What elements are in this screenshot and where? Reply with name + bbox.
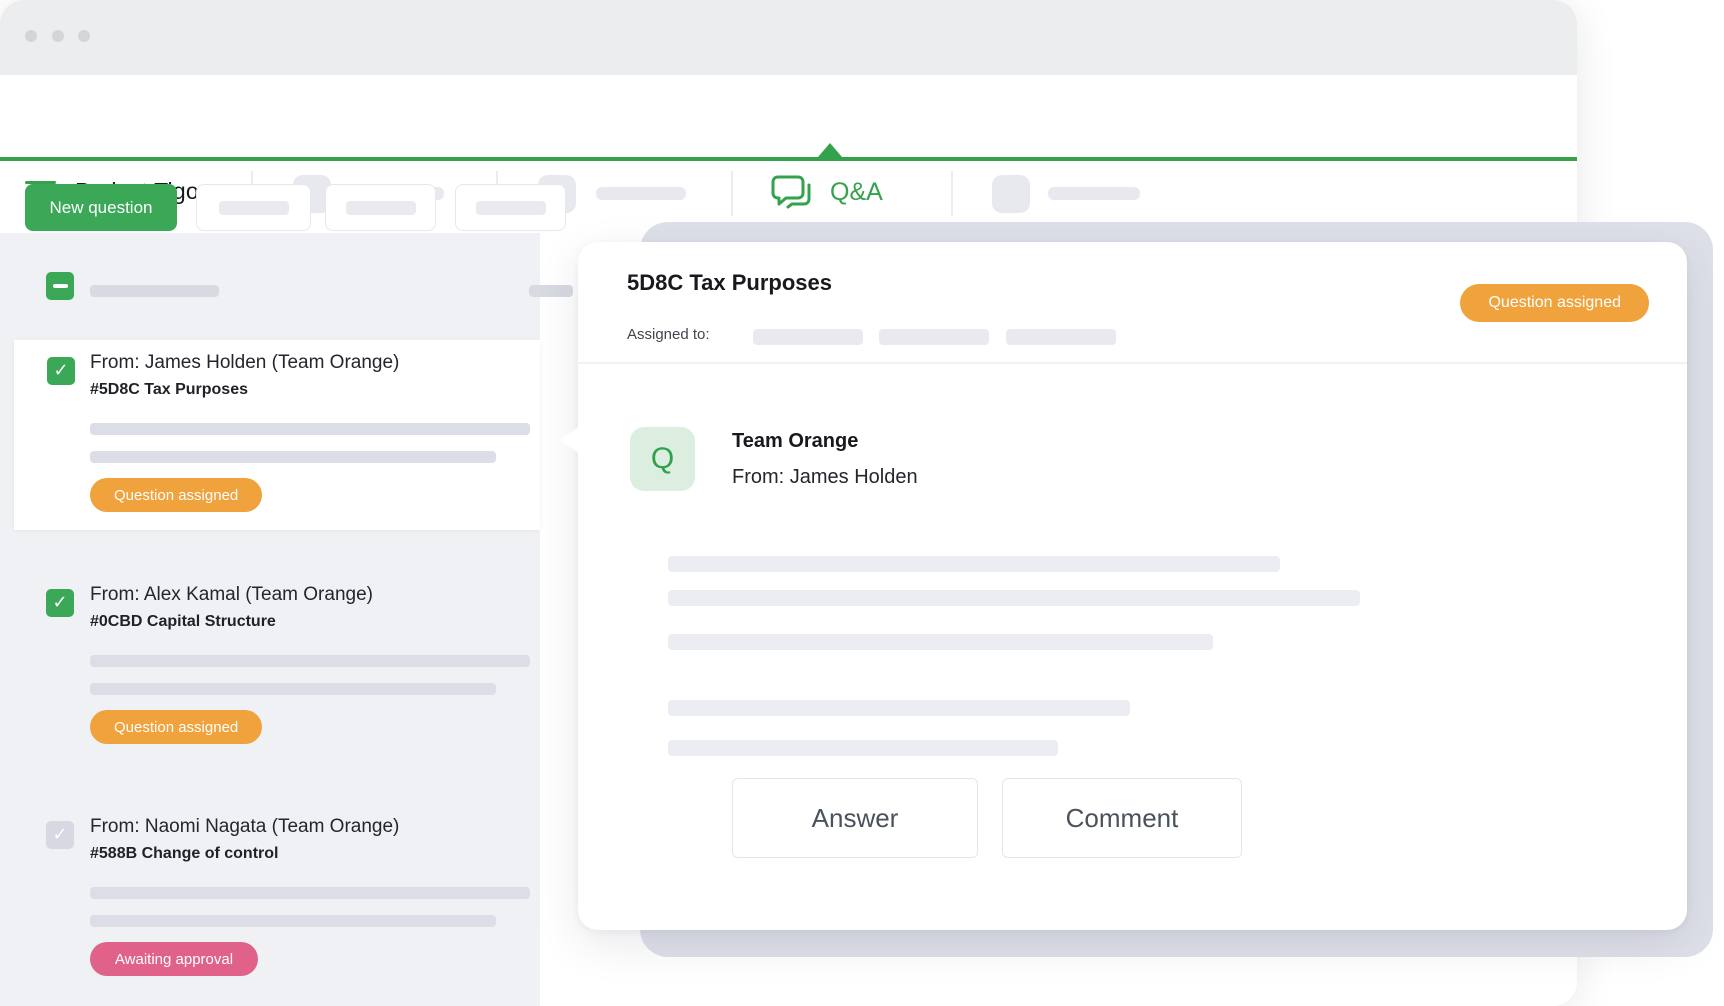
window-control-dot bbox=[78, 30, 90, 42]
question-text-placeholder bbox=[668, 634, 1213, 650]
placeholder-bar bbox=[90, 915, 496, 927]
nav-divider bbox=[951, 171, 953, 216]
placeholder-bar bbox=[90, 683, 496, 695]
detail-author: From: James Holden bbox=[732, 466, 918, 489]
item-ref: #588B Change of control bbox=[90, 845, 278, 863]
question-text-placeholder bbox=[668, 590, 1360, 606]
status-badge: Question assigned bbox=[90, 710, 262, 744]
item-ref: #0CBD Capital Structure bbox=[90, 613, 276, 631]
placeholder-bar bbox=[90, 423, 530, 435]
placeholder-bar bbox=[90, 655, 530, 667]
list-header-placeholder bbox=[90, 285, 219, 297]
list-header-placeholder-right bbox=[529, 285, 573, 297]
window-control-dot bbox=[52, 30, 64, 42]
question-text-placeholder bbox=[668, 740, 1058, 756]
item-checkbox-checked[interactable]: ✓ bbox=[47, 357, 75, 385]
tab-qa[interactable]: Q&A bbox=[770, 173, 890, 215]
answer-button[interactable]: Answer bbox=[732, 778, 978, 858]
assignee-placeholder-2 bbox=[879, 329, 989, 345]
assignee-placeholder-1 bbox=[753, 329, 863, 345]
nav-tab-placeholder-3[interactable] bbox=[992, 175, 1030, 213]
toolbar-placeholder-button-1[interactable] bbox=[196, 184, 311, 231]
item-ref: #5D8C Tax Purposes bbox=[90, 381, 248, 399]
question-text-placeholder bbox=[668, 700, 1130, 716]
status-badge: Question assigned bbox=[90, 478, 262, 512]
chat-bubbles-icon bbox=[770, 173, 816, 215]
question-list-item-2[interactable]: ✓ From: Alex Kamal (Team Orange) #0CBD C… bbox=[0, 572, 540, 762]
comment-button[interactable]: Comment bbox=[1002, 778, 1242, 858]
screenshot-canvas: Project Tigo Q&A New question bbox=[0, 0, 1724, 1006]
detail-team-name: Team Orange bbox=[732, 430, 858, 453]
item-from: From: James Holden (Team Orange) bbox=[90, 352, 399, 374]
nav-divider bbox=[731, 171, 733, 216]
check-icon: ✓ bbox=[52, 826, 67, 844]
indeterminate-icon bbox=[53, 284, 68, 288]
detail-status-badge: Question assigned bbox=[1460, 284, 1649, 322]
window-control-dot bbox=[25, 30, 37, 42]
placeholder-bar bbox=[90, 451, 496, 463]
toolbar-placeholder-button-3[interactable] bbox=[455, 184, 566, 231]
placeholder-bar bbox=[476, 201, 546, 215]
question-list-item-3[interactable]: ✓ From: Naomi Nagata (Team Orange) #588B… bbox=[0, 804, 540, 994]
check-icon: ✓ bbox=[53, 362, 68, 380]
detail-card-caret bbox=[559, 427, 579, 453]
tab-qa-label: Q&A bbox=[830, 178, 883, 207]
active-tab-pointer bbox=[818, 143, 842, 157]
window-titlebar bbox=[0, 0, 1577, 75]
select-all-checkbox[interactable] bbox=[46, 272, 74, 300]
detail-title: 5D8C Tax Purposes bbox=[627, 270, 832, 296]
question-detail-card: 5D8C Tax Purposes Assigned to: Question … bbox=[578, 242, 1687, 930]
placeholder-bar bbox=[346, 201, 416, 215]
nav-tab-placeholder-2-label bbox=[596, 187, 686, 200]
placeholder-bar bbox=[219, 201, 289, 215]
app-header: Project Tigo Q&A bbox=[0, 75, 1577, 158]
toolbar-placeholder-button-2[interactable] bbox=[325, 184, 436, 231]
check-icon: ✓ bbox=[52, 594, 67, 612]
assigned-to-label: Assigned to: bbox=[627, 326, 710, 343]
active-tab-underline bbox=[0, 157, 1577, 161]
placeholder-bar bbox=[90, 887, 530, 899]
detail-header-divider bbox=[578, 362, 1687, 364]
item-from: From: Naomi Nagata (Team Orange) bbox=[90, 816, 399, 838]
question-list-item-1[interactable]: ✓ From: James Holden (Team Orange) #5D8C… bbox=[14, 340, 540, 530]
status-badge: Awaiting approval bbox=[90, 942, 258, 976]
assignee-placeholder-3 bbox=[1006, 329, 1116, 345]
question-avatar: Q bbox=[630, 427, 695, 491]
question-text-placeholder bbox=[668, 556, 1280, 572]
item-checkbox-checked[interactable]: ✓ bbox=[46, 589, 74, 617]
nav-tab-placeholder-3-label bbox=[1048, 187, 1140, 200]
new-question-button[interactable]: New question bbox=[25, 184, 177, 231]
item-from: From: Alex Kamal (Team Orange) bbox=[90, 584, 373, 606]
item-checkbox-unchecked[interactable]: ✓ bbox=[46, 821, 74, 849]
